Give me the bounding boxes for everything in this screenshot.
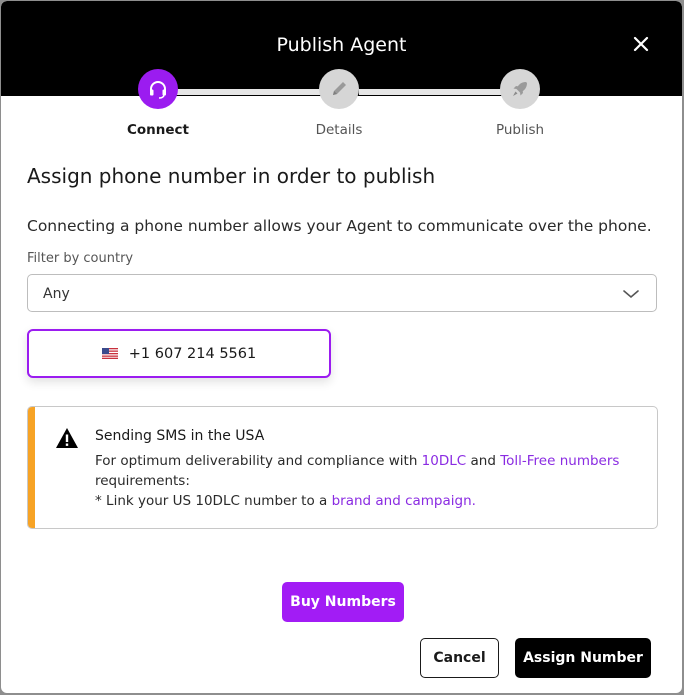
alert-line-1: For optimum deliverability and complianc… [95,451,635,471]
pencil-icon [333,82,346,95]
chevron-down-icon [623,290,639,299]
alert-text: For optimum deliverability and complianc… [95,453,422,469]
dialog-title: Publish Agent [276,34,407,56]
sms-warning-alert: Sending SMS in the USA For optimum deliv… [27,406,658,529]
link-toll-free-numbers[interactable]: Toll-Free numbers [500,453,619,469]
step-connect-circle[interactable] [138,69,178,109]
step-details-label: Details [315,122,363,138]
us-flag-icon [101,348,118,359]
assign-number-button[interactable]: Assign Number [515,638,651,678]
step-details-circle[interactable] [319,69,359,109]
phone-number-option[interactable]: +1 607 214 5561 [27,329,331,378]
filter-label: Filter by country [27,251,134,266]
close-icon[interactable] [630,33,652,55]
phone-number-text: +1 607 214 5561 [128,345,257,362]
rocket-icon [513,82,527,96]
alert-text: * Link your US 10DLC number to a [95,493,332,509]
country-filter-value: Any [43,286,70,302]
alert-line-2: requirements: [95,473,190,489]
alert-body: For optimum deliverability and complianc… [95,451,635,511]
alert-title: Sending SMS in the USA [95,428,265,444]
headset-icon [150,81,166,99]
warning-icon [56,428,78,448]
step-publish-label: Publish [495,122,545,138]
country-filter-select[interactable]: Any [27,274,657,312]
stepper-connector [359,89,504,95]
link-brand-and-campaign[interactable]: brand and campaign. [332,493,476,509]
publish-agent-dialog: Publish Agent Connect Details Publish As… [1,1,682,693]
section-heading: Assign phone number in order to publish [27,164,436,188]
alert-text: and [466,453,501,469]
link-10dlc[interactable]: 10DLC [422,453,467,469]
step-publish-circle[interactable] [500,69,540,109]
step-connect-label: Connect [126,122,189,138]
buy-numbers-button[interactable]: Buy Numbers [282,582,404,622]
section-description: Connecting a phone number allows your Ag… [27,217,652,235]
alert-accent-bar [28,407,35,528]
alert-line-3: * Link your US 10DLC number to a brand a… [95,491,635,511]
cancel-button[interactable]: Cancel [420,638,499,678]
stepper-connector [177,89,322,95]
